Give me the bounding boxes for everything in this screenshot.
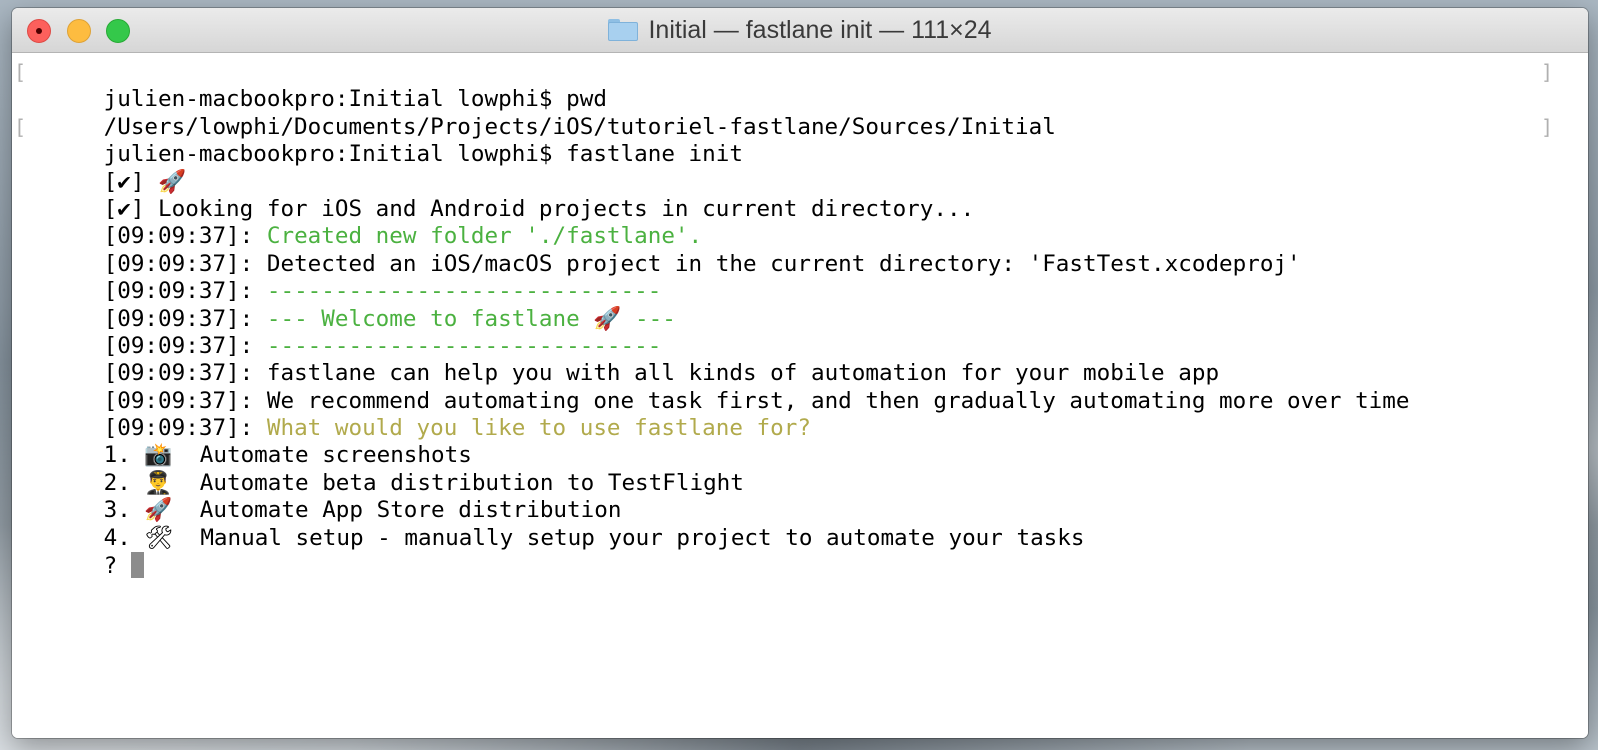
text-cursor[interactable]	[130, 552, 144, 579]
line-mark-right: ]	[1541, 60, 1554, 84]
line-mark-right: ]	[1541, 114, 1554, 139]
menu-option: 4. 🛠 Manual setup - manually setup your …	[22, 497, 1588, 551]
line-mark-left: [	[14, 60, 27, 84]
terminal-line: [julien-macbookpro:Initial lowphi$ pwd]	[14, 59, 1588, 112]
menu-option: 2. 👨‍✈️ Automate beta distribution to Te…	[22, 442, 1588, 496]
input-line[interactable]: ?	[22, 525, 1588, 579]
terminal-content[interactable]: [julien-macbookpro:Initial lowphi$ pwd] …	[12, 53, 1588, 738]
terminal-line: [✔] Looking for iOS and Android projects…	[22, 169, 1588, 222]
terminal-line: [09:09:37]: Detected an iOS/macOS projec…	[22, 223, 1588, 277]
window-title: Initial — fastlane init — 111×24	[648, 15, 992, 44]
terminal-line: [julien-macbookpro:Initial lowphi$ fastl…	[14, 114, 1588, 167]
terminal-line: [09:09:37]: Created new folder './fastla…	[22, 196, 1588, 249]
terminal-line: [09:09:37]: --- Welcome to fastlane 🚀 --…	[22, 278, 1588, 332]
menu-option: 1. 📸 Automate screenshots	[22, 415, 1588, 468]
terminal-line: [✔] 🚀	[22, 141, 1588, 195]
terminal-line: [09:09:37]: What would you like to use f…	[22, 388, 1588, 441]
terminal-line: [09:09:37]: fastlane can help you with a…	[22, 333, 1588, 386]
terminal-window[interactable]: Initial — fastlane init — 111×24 [julien…	[12, 8, 1588, 738]
terminal-line: /Users/lowphi/Documents/Projects/iOS/tut…	[22, 86, 1588, 140]
terminal-line: [09:09:37]: ----------------------------…	[22, 251, 1588, 304]
terminal-line: [09:09:37]: We recommend automating one …	[22, 360, 1588, 414]
menu-option: 3. 🚀 Automate App Store distribution	[22, 470, 1588, 523]
window-title-area: Initial — fastlane init — 111×24	[12, 8, 1588, 52]
input-prompt: ?	[103, 553, 131, 580]
folder-icon	[608, 19, 639, 41]
title-bar[interactable]: Initial — fastlane init — 111×24	[12, 8, 1588, 53]
terminal-line: [09:09:37]: ----------------------------…	[22, 306, 1588, 359]
line-mark-left: [	[14, 114, 27, 139]
